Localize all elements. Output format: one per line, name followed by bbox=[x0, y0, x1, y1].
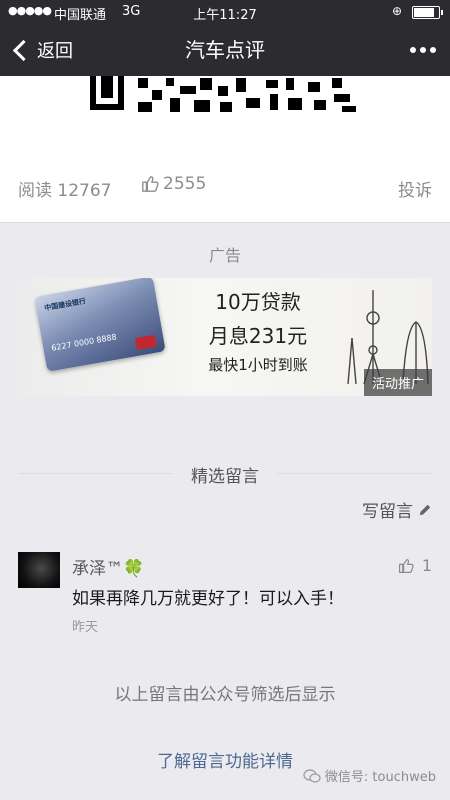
thumbs-up-icon bbox=[142, 176, 159, 192]
more-menu-button[interactable] bbox=[410, 24, 436, 76]
article-footer: 阅读 12767 2555 投诉 bbox=[0, 76, 450, 223]
watermark: 微信号: touchweb bbox=[303, 766, 436, 785]
card-bank-name: 中国建设银行 bbox=[43, 297, 87, 313]
bank-card-image: 中国建设银行 6227 0000 8888 bbox=[34, 278, 166, 372]
comment-text: 如果再降几万就更好了！可以入手！ bbox=[72, 589, 344, 609]
write-comment-label: 写留言 bbox=[362, 502, 413, 522]
avatar[interactable] bbox=[18, 552, 60, 588]
more-dot-icon bbox=[420, 47, 426, 53]
more-dot-icon bbox=[430, 47, 436, 53]
ad-speed: 最快1小时到账 bbox=[208, 356, 308, 374]
card-number: 6227 0000 8888 bbox=[50, 332, 118, 353]
battery-icon bbox=[412, 6, 443, 19]
watermark-text: 微信号: touchweb bbox=[324, 770, 436, 785]
read-count: 阅读 12767 bbox=[18, 181, 112, 201]
comments-footer-note: 以上留言由公众号筛选后显示 bbox=[114, 685, 336, 705]
ad-banner[interactable]: 中国建设银行 6227 0000 8888 10万贷款 月息231元 最快1小时… bbox=[18, 278, 432, 396]
comment-author: 承泽™🍀 bbox=[72, 554, 144, 579]
featured-comments-title: 精选留言 bbox=[191, 467, 259, 487]
comment-author-name: 承泽™ bbox=[72, 559, 123, 579]
article-stats: 阅读 12767 2555 投诉 bbox=[18, 172, 432, 202]
ad-headline: 10万贷款 bbox=[215, 290, 301, 314]
unionpay-logo-icon bbox=[134, 334, 157, 350]
wechat-logo-icon bbox=[303, 768, 321, 783]
ad-rate: 月息231元 bbox=[208, 324, 308, 348]
back-label: 返回 bbox=[37, 41, 73, 62]
comment-item: 承泽™🍀 1 如果再降几万就更好了！可以入手！ 昨天 bbox=[18, 552, 432, 642]
qr-code-image bbox=[90, 76, 360, 114]
like-count: 2555 bbox=[163, 174, 207, 194]
pencil-icon bbox=[419, 504, 431, 515]
comment-time: 昨天 bbox=[72, 620, 99, 635]
divider bbox=[277, 473, 432, 474]
more-dot-icon bbox=[410, 47, 416, 53]
orientation-lock-icon: ⊕ bbox=[392, 4, 403, 18]
comment-like-count: 1 bbox=[421, 556, 432, 575]
ad-tag: 活动推广 bbox=[363, 369, 432, 396]
report-link[interactable]: 投诉 bbox=[398, 176, 432, 201]
status-time: 上午11:27 bbox=[193, 8, 257, 23]
back-button[interactable]: 返回 bbox=[12, 24, 73, 76]
ad-label: 广告 bbox=[208, 246, 241, 265]
write-comment-button[interactable]: 写留言 bbox=[362, 497, 432, 522]
navigation-bar: 返回 汽车点评 bbox=[0, 24, 450, 76]
thumbs-up-icon bbox=[398, 558, 414, 573]
clover-emoji-icon: 🍀 bbox=[123, 559, 145, 579]
comment-like-button[interactable]: 1 bbox=[398, 556, 432, 575]
like-button[interactable]: 2555 bbox=[141, 174, 206, 194]
status-bar: ●●●●● 中国联通 3G 上午11:27 ⊕ bbox=[0, 0, 450, 24]
chevron-left-icon bbox=[12, 39, 35, 61]
